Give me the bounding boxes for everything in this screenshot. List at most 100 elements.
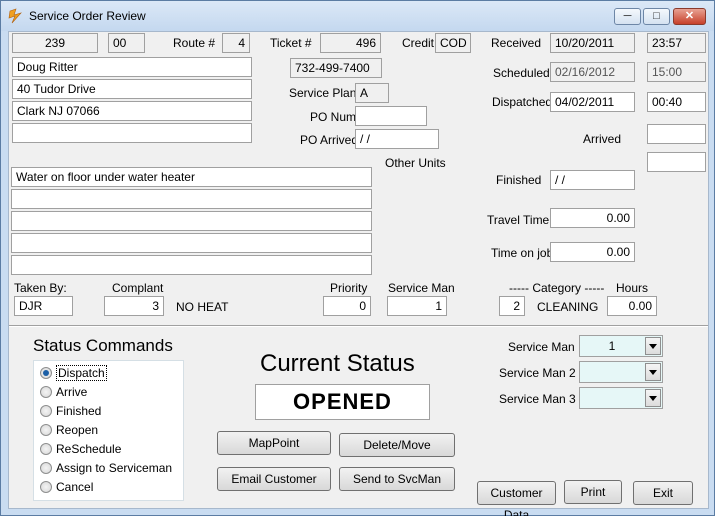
arrived-extra-field[interactable] [647,152,706,172]
ticket-label: Ticket # [270,36,312,50]
minimize-button[interactable]: ─ [614,8,641,25]
travel-time-field[interactable]: 0.00 [550,208,635,228]
exit-button[interactable]: Exit [633,481,693,505]
received-label: Received [491,36,542,50]
hours-field[interactable]: 0.00 [607,296,657,316]
complaint-code-field[interactable]: 3 [104,296,164,316]
radio-assign[interactable]: Assign to Serviceman [40,459,172,477]
radio-dispatch-indicator[interactable] [40,367,52,379]
dispatched-date-field[interactable]: 04/02/2011 [550,92,635,112]
radio-arrive-label[interactable]: Arrive [56,385,87,399]
radio-dispatch[interactable]: Dispatch [40,364,107,382]
route-label: Route # [173,36,216,50]
chevron-down-icon[interactable] [645,337,661,355]
radio-cancel-indicator[interactable] [40,481,52,493]
complaint-text: NO HEAT [176,300,229,314]
radio-reopen-indicator[interactable] [40,424,52,436]
radio-reschedule-label[interactable]: ReSchedule [56,442,121,456]
chevron-down-icon[interactable] [645,363,661,381]
address-line3-field[interactable] [12,123,252,143]
maximize-button[interactable]: □ [643,8,670,25]
radio-arrive-indicator[interactable] [40,386,52,398]
service-man-select-value: 1 [608,339,616,353]
hours-label: Hours [616,281,649,295]
priority-label: Priority [330,281,368,295]
radio-finished-indicator[interactable] [40,405,52,417]
assign-service-man-label: Service Man [508,340,575,354]
order-sub-field: 00 [108,33,145,53]
taken-by-field[interactable]: DJR [14,296,73,316]
finished-label: Finished [496,173,542,187]
app-icon [8,8,22,24]
radio-finished[interactable]: Finished [40,402,101,420]
chevron-down-icon[interactable] [645,389,661,407]
scheduled-label: Scheduled [493,66,550,80]
category-text: CLEANING [537,300,599,314]
delete-move-button[interactable]: Delete/Move [339,433,455,457]
credit-label: Credit [402,36,435,50]
current-status-value: OPENED [255,384,430,420]
service-plan-field: A [355,83,389,103]
category-code-field[interactable]: 2 [499,296,525,316]
section-divider [9,325,708,327]
scheduled-time-field: 15:00 [647,62,706,82]
problem-line-4[interactable] [11,233,372,253]
priority-field[interactable]: 0 [323,296,371,316]
email-customer-button[interactable]: Email Customer [217,467,331,491]
service-man2-select[interactable] [579,361,663,383]
radio-reopen[interactable]: Reopen [40,421,98,439]
dispatched-label: Dispatched [492,95,553,109]
send-to-svcman-button[interactable]: Send to SvcMan [339,467,455,491]
arrived-time-field[interactable] [647,124,706,144]
radio-dispatch-label[interactable]: Dispatch [56,365,107,381]
service-man3-select[interactable] [579,387,663,409]
credit-field: COD [435,33,471,53]
radio-cancel[interactable]: Cancel [40,478,93,496]
customer-name-field[interactable]: Doug Ritter [12,57,252,77]
service-man-label: Service Man [388,281,455,295]
radio-reopen-label[interactable]: Reopen [56,423,98,437]
radio-arrive[interactable]: Arrive [40,383,87,401]
radio-reschedule[interactable]: ReSchedule [40,440,121,458]
service-man-select[interactable]: 1 [579,335,663,357]
finished-date-field[interactable]: / / [550,170,635,190]
service-man3-select-value [580,388,644,408]
travel-time-label: Travel Time [487,213,550,227]
close-button[interactable]: ✕ [673,8,706,25]
assign-service-man3-label: Service Man 3 [499,392,576,406]
time-on-job-field[interactable]: 0.00 [550,242,635,262]
arrived-label: Arrived [583,132,622,146]
po-arrived-field[interactable]: / / [355,129,439,149]
other-units-label: Other Units [385,156,446,170]
time-on-job-label: Time on job [491,246,554,260]
address-line1-field[interactable]: 40 Tudor Drive [12,79,252,99]
form-body: 239 00 Route # 4 Ticket # 496 Credit COD… [8,31,709,516]
window-title: Service Order Review [29,9,146,23]
problem-line-2[interactable] [11,189,372,209]
complaint-label: Complant [112,281,164,295]
service-order-window: Service Order Review ─ □ ✕ 239 00 Route … [0,0,715,516]
problem-line-5[interactable] [11,255,372,275]
radio-cancel-label[interactable]: Cancel [56,480,93,494]
service-man-field[interactable]: 1 [387,296,447,316]
current-status-title: Current Status [260,350,415,377]
address-line2-field[interactable]: Clark NJ 07066 [12,101,252,121]
radio-finished-label[interactable]: Finished [56,404,101,418]
radio-assign-label[interactable]: Assign to Serviceman [56,461,172,475]
dispatched-time-field[interactable]: 00:40 [647,92,706,112]
po-number-field[interactable] [355,106,427,126]
minimize-icon: ─ [623,10,632,22]
received-time-field: 23:57 [647,33,706,53]
print-button[interactable]: Print [564,480,622,504]
problem-line-1[interactable]: Water on floor under water heater [11,167,372,187]
mappoint-button[interactable]: MapPoint [217,431,331,455]
radio-assign-indicator[interactable] [40,462,52,474]
customer-data-button[interactable]: Customer Data [477,481,556,516]
received-date-field: 10/20/2011 [550,33,635,53]
problem-line-3[interactable] [11,211,372,231]
order-code-field: 239 [12,33,98,53]
taken-by-label: Taken By: [14,281,67,295]
maximize-icon: □ [653,10,660,22]
category-label: ----- Category ----- [509,281,605,295]
radio-reschedule-indicator[interactable] [40,443,52,455]
